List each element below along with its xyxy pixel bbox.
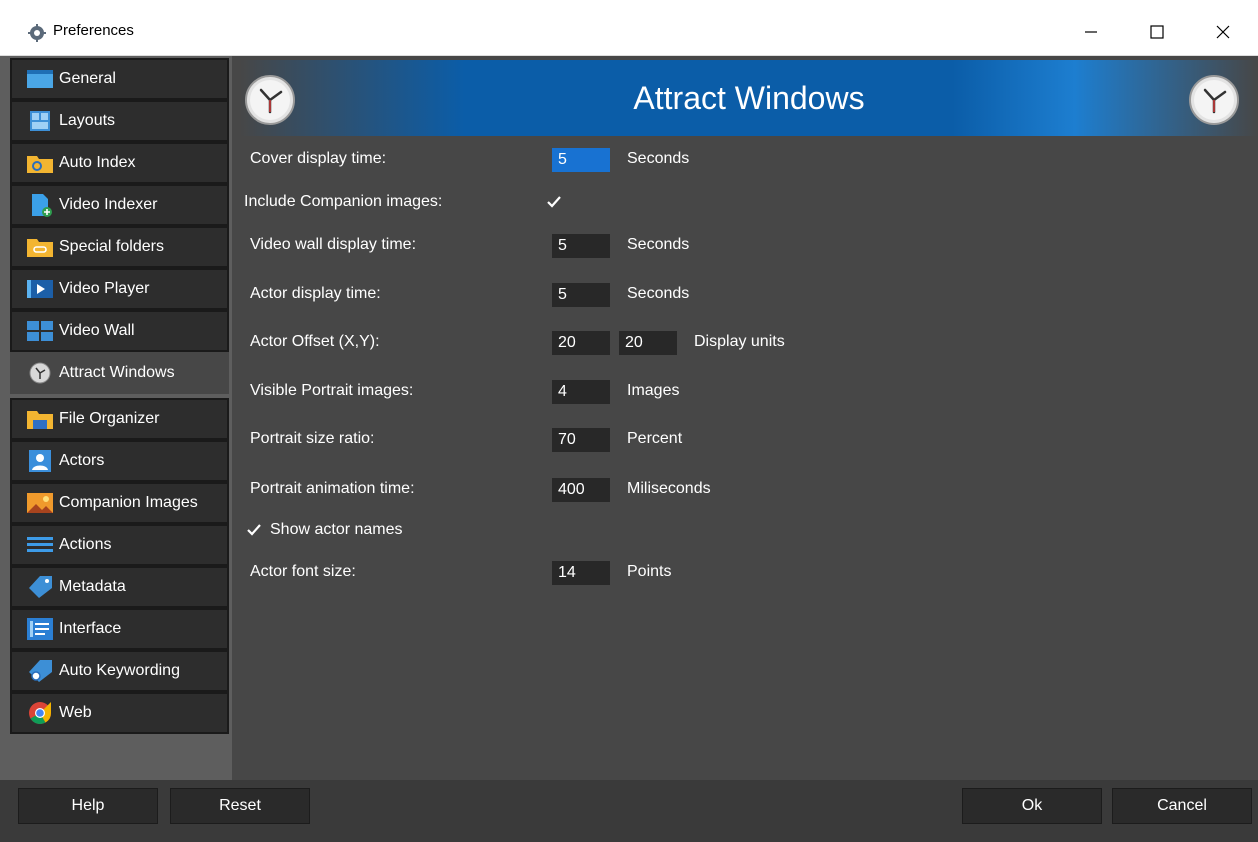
sidebar-item-label: Companion Images [59, 494, 198, 511]
sidebar: General Layouts Auto Index Video Indexer… [0, 56, 232, 780]
window-title: Preferences [53, 22, 134, 39]
maximize-icon [1150, 25, 1164, 39]
sidebar-item-auto-keywording[interactable]: Auto Keywording [10, 650, 229, 692]
sidebar-item-label: Web [59, 704, 92, 721]
preferences-window: General Layouts Auto Index Video Indexer… [0, 56, 1258, 842]
cancel-button[interactable]: Cancel [1112, 788, 1252, 824]
sidebar-item-auto-index[interactable]: Auto Index [10, 142, 229, 184]
visible-portrait-unit: Images [627, 382, 680, 399]
cover-display-label: Cover display time: [250, 150, 387, 167]
window-icon [26, 67, 54, 91]
ok-button[interactable]: Ok [962, 788, 1102, 824]
minimize-button[interactable] [1068, 14, 1114, 50]
sidebar-item-actors[interactable]: Actors [10, 440, 229, 482]
video-wall-icon [26, 319, 54, 343]
sidebar-item-label: Layouts [59, 112, 116, 129]
sidebar-item-video-indexer[interactable]: Video Indexer [10, 184, 229, 226]
minimize-icon [1085, 31, 1097, 33]
chrome-icon [26, 701, 54, 725]
list-icon [26, 533, 54, 557]
visible-portrait-input[interactable]: 4 [552, 380, 610, 404]
sidebar-item-label: General [59, 70, 116, 87]
portrait-ratio-unit: Percent [627, 430, 683, 447]
user-icon [26, 449, 54, 473]
close-icon [1216, 25, 1230, 39]
include-companion-checkbox[interactable] [544, 192, 564, 212]
cover-display-input[interactable]: 5 [552, 148, 610, 172]
sidebar-item-layouts[interactable]: Layouts [10, 100, 229, 142]
actor-font-size-label: Actor font size: [250, 563, 356, 580]
title-bar: Preferences [0, 0, 1258, 56]
visible-portrait-label: Visible Portrait images: [250, 382, 414, 399]
folder-organize-icon [26, 407, 54, 431]
sidebar-item-label: Special folders [59, 238, 164, 255]
video-wall-display-input[interactable]: 5 [552, 234, 610, 258]
sidebar-item-label: Attract Windows [59, 364, 175, 381]
show-actor-names-label: Show actor names [270, 521, 403, 538]
cover-display-unit: Seconds [627, 150, 690, 167]
sidebar-item-metadata[interactable]: Metadata [10, 566, 229, 608]
portrait-animation-input[interactable]: 400 [552, 478, 610, 502]
reset-button[interactable]: Reset [170, 788, 310, 824]
actor-font-size-input[interactable]: 14 [552, 561, 610, 585]
video-player-icon [26, 277, 54, 301]
clock-icon [1189, 75, 1239, 125]
file-add-icon [26, 193, 54, 217]
tag-refresh-icon [26, 659, 54, 683]
actor-offset-x-input[interactable]: 20 [552, 331, 610, 355]
sidebar-item-label: Video Player [59, 280, 150, 297]
sidebar-item-special-folders[interactable]: Special folders [10, 226, 229, 268]
sidebar-item-actions[interactable]: Actions [10, 524, 229, 566]
checkmark-icon [547, 196, 561, 208]
sidebar-item-attract-windows[interactable]: Attract Windows [10, 352, 229, 394]
sidebar-item-label: Video Wall [59, 322, 135, 339]
sidebar-item-label: Metadata [59, 578, 126, 595]
gear-icon [28, 24, 46, 42]
sidebar-item-label: File Organizer [59, 410, 160, 427]
actor-offset-unit: Display units [694, 333, 785, 350]
close-button[interactable] [1200, 14, 1246, 50]
folder-link-icon [26, 235, 54, 259]
maximize-button[interactable] [1134, 14, 1180, 50]
sidebar-item-video-wall[interactable]: Video Wall [10, 310, 229, 352]
actor-font-size-unit: Points [627, 563, 672, 580]
section-header: Attract Windows [240, 60, 1258, 136]
video-wall-display-label: Video wall display time: [250, 236, 417, 253]
sidebar-item-label: Interface [59, 620, 122, 637]
actor-display-unit: Seconds [627, 285, 690, 302]
sidebar-item-video-player[interactable]: Video Player [10, 268, 229, 310]
sidebar-item-label: Actors [59, 452, 105, 469]
sidebar-item-companion-images[interactable]: Companion Images [10, 482, 229, 524]
tag-icon [26, 575, 54, 599]
show-actor-names-checkbox[interactable] [244, 520, 264, 540]
footer: Help Reset Ok Cancel [0, 780, 1258, 842]
sidebar-item-web[interactable]: Web [10, 692, 229, 734]
portrait-ratio-input[interactable]: 70 [552, 428, 610, 452]
sidebar-item-label: Auto Index [59, 154, 136, 171]
sidebar-item-file-organizer[interactable]: File Organizer [10, 398, 229, 440]
interface-icon [26, 617, 54, 641]
portrait-animation-label: Portrait animation time: [250, 480, 415, 497]
checkmark-icon [247, 524, 261, 536]
page-title: Attract Windows [633, 80, 865, 116]
portrait-ratio-label: Portrait size ratio: [250, 430, 375, 447]
sidebar-item-label: Auto Keywording [59, 662, 180, 679]
clock-icon [26, 361, 54, 385]
actor-offset-y-input[interactable]: 20 [619, 331, 677, 355]
layout-icon [26, 109, 54, 133]
actor-display-label: Actor display time: [250, 285, 381, 302]
actor-offset-label: Actor Offset (X,Y): [250, 333, 380, 350]
image-icon [26, 491, 54, 515]
sidebar-item-label: Actions [59, 536, 112, 553]
video-wall-display-unit: Seconds [627, 236, 690, 253]
actor-display-input[interactable]: 5 [552, 283, 610, 307]
folder-refresh-icon [26, 151, 54, 175]
include-companion-label: Include Companion images: [244, 193, 443, 210]
sidebar-item-label: Video Indexer [59, 196, 158, 213]
sidebar-item-general[interactable]: General [10, 58, 229, 100]
help-button[interactable]: Help [18, 788, 158, 824]
portrait-animation-unit: Miliseconds [627, 480, 711, 497]
sidebar-item-interface[interactable]: Interface [10, 608, 229, 650]
